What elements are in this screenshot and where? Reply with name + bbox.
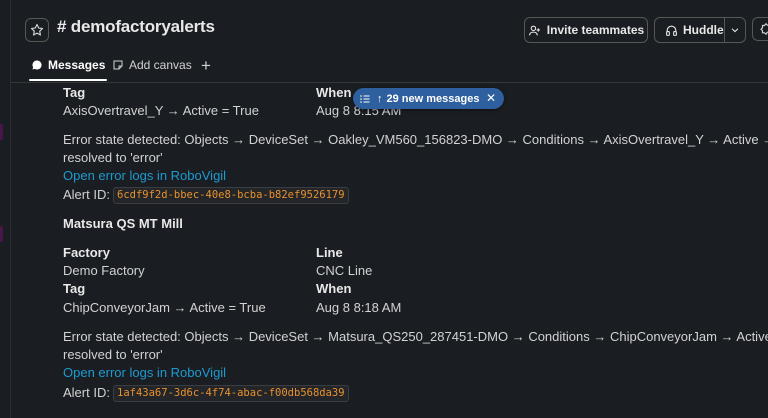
add-canvas-icon [113, 60, 123, 70]
sidebar-marker [0, 124, 3, 140]
machine-title: Matsura QS MT Mill [63, 216, 183, 231]
open-error-logs-link[interactable]: Open error logs in RoboVigil [63, 167, 226, 185]
tag-value: AxisOvertravel_Y → Active = True [63, 103, 259, 118]
new-messages-pill[interactable]: ↑ 29 new messages ✕ [353, 88, 504, 109]
error-description-cont: resolved to 'error' [63, 150, 163, 165]
tab-label: Messages [48, 58, 106, 72]
star-channel-button[interactable] [25, 18, 49, 42]
canvas-icon [760, 22, 768, 36]
tab-add-canvas[interactable]: Add canvas [112, 58, 192, 72]
huddle-label: Huddle [683, 23, 724, 37]
huddle-button[interactable]: Huddle [654, 17, 746, 43]
huddle-start[interactable]: Huddle [655, 18, 724, 42]
unread-list-icon [353, 93, 377, 105]
arrow-up-icon: ↑ [377, 92, 383, 105]
add-tab-button[interactable]: + [201, 56, 211, 76]
error-description-cont: resolved to 'error' [63, 347, 163, 362]
message-bubble-icon [32, 60, 42, 70]
tab-label: Add canvas [129, 58, 192, 72]
alert-id-label: Alert ID: [63, 187, 110, 202]
add-user-icon [528, 25, 540, 35]
plus-icon: + [201, 56, 211, 75]
star-icon [30, 23, 44, 36]
channel-view: # demofactoryalerts Invite teammates Hud… [10, 0, 768, 418]
when-value: Aug 8 8:18 AM [316, 300, 402, 315]
line-label: Line [316, 245, 343, 260]
channel-header: # demofactoryalerts Invite teammates Hud… [11, 0, 768, 58]
open-error-logs-link[interactable]: Open error logs in RoboVigil [63, 364, 226, 382]
factory-value: Demo Factory [63, 263, 145, 278]
factory-label: Factory [63, 245, 110, 260]
tag-label: Tag [63, 281, 86, 296]
new-messages-label: 29 new messages [386, 92, 480, 105]
invite-label: Invite teammates [546, 23, 645, 37]
when-label: When [316, 281, 352, 296]
line-value: CNC Line [316, 263, 373, 278]
close-icon[interactable]: ✕ [486, 91, 496, 105]
tab-messages[interactable]: Messages [28, 58, 108, 81]
channel-title[interactable]: # demofactoryalerts [57, 17, 215, 37]
error-description: Error state detected: Objects → DeviceSe… [63, 132, 768, 147]
alert-id-label: Alert ID: [63, 385, 110, 400]
alert-id-code[interactable]: 1af43a67-3d6c-4f74-abac-f00db568da39 [113, 385, 349, 402]
chevron-down-icon [731, 28, 739, 33]
invite-teammates-button[interactable]: Invite teammates [524, 17, 648, 43]
canvas-button[interactable] [752, 17, 768, 41]
huddle-options-button[interactable] [723, 18, 745, 42]
error-description: Error state detected: Objects → DeviceSe… [63, 329, 768, 344]
when-label: When [316, 85, 352, 100]
sidebar-marker [0, 226, 3, 242]
headphones-icon [666, 25, 677, 36]
channel-tabs: Messages Add canvas + [11, 52, 768, 83]
tag-value: ChipConveyorJam → Active = True [63, 300, 266, 315]
workspace-sidebar-edge [0, 0, 8, 418]
alert-id-code[interactable]: 6cdf9f2d-bbec-40e8-bcba-b82ef9526179 [113, 187, 349, 204]
tag-label: Tag [63, 85, 86, 100]
